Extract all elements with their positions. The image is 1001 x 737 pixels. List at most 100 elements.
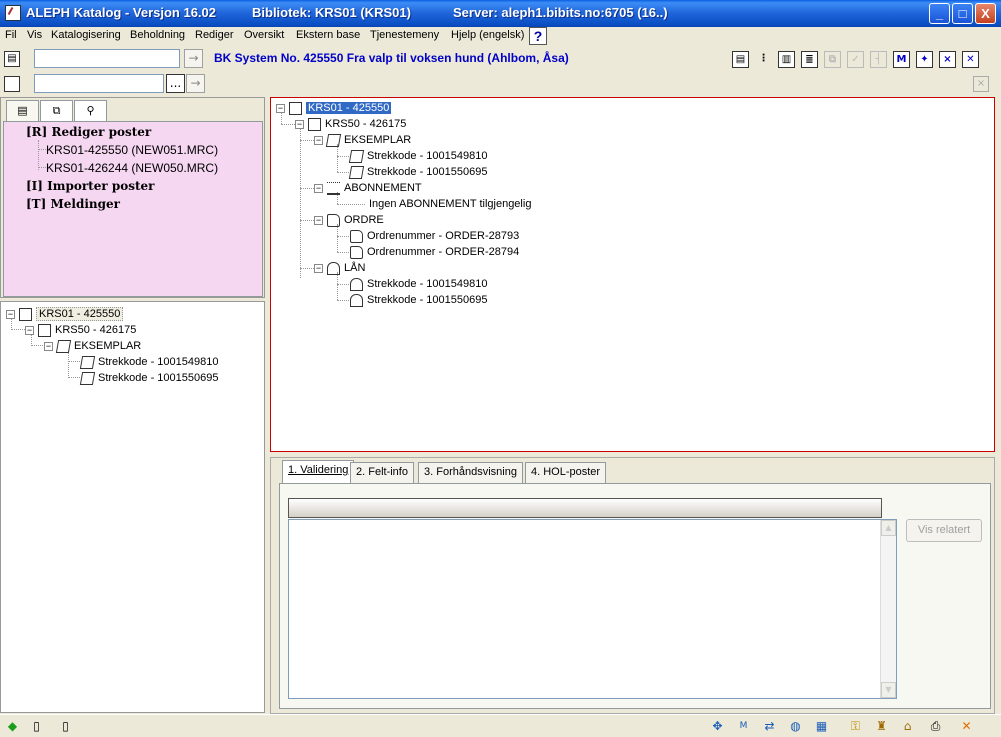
go-arrow-button-2[interactable]: →	[186, 74, 205, 93]
m-icon[interactable]: M	[893, 51, 910, 68]
delete-icon[interactable]: ×	[939, 51, 956, 68]
record-view-icon[interactable]: ▤	[732, 51, 749, 68]
task-rediger-poster[interactable]: [R] Rediger poster	[26, 125, 151, 139]
tree-node-order[interactable]: Ordrenummer - ORDER-28793	[350, 229, 519, 243]
tab-search[interactable]: ⚲	[74, 100, 107, 122]
tree-node-eksemplar[interactable]: − EKSEMPLAR	[44, 339, 141, 353]
check-icon[interactable]: ✓	[847, 51, 864, 68]
menu-hjelp[interactable]: Hjelp (engelsk)	[451, 29, 524, 41]
tree-node-root[interactable]: − KRS01 - 425550	[276, 101, 392, 115]
tree-node-root[interactable]: − KRS01 - 425550	[6, 307, 124, 321]
collapse-icon[interactable]: −	[314, 183, 323, 193]
tree-node-item[interactable]: Strekkode - 1001550695	[348, 165, 487, 179]
collapse-icon[interactable]: −	[295, 119, 304, 129]
record-icon[interactable]: ▯	[28, 718, 45, 735]
collapse-icon[interactable]: −	[6, 309, 15, 319]
collapse-icon[interactable]: −	[314, 135, 323, 145]
subscription-icon	[327, 181, 340, 195]
tab-validering[interactable]: 1. Validering	[282, 460, 355, 484]
search-input-2[interactable]	[34, 74, 164, 93]
collapse-icon[interactable]: −	[25, 325, 34, 335]
collapse-icon[interactable]: −	[314, 215, 323, 225]
menu-ekstern-base[interactable]: Ekstern base	[296, 29, 360, 41]
copy-record-icon[interactable]	[4, 76, 20, 92]
tree-node-loan[interactable]: Strekkode - 1001550695	[350, 293, 487, 307]
more-button[interactable]: ...	[166, 74, 185, 93]
split-icon[interactable]: ┤	[870, 51, 887, 68]
title-bar: ALEPH Katalog - Versjon 16.02 Bibliotek:…	[0, 0, 1001, 27]
tree-node-item[interactable]: Strekkode - 1001549810	[348, 149, 487, 163]
minimize-button[interactable]: _	[929, 3, 950, 24]
key-icon[interactable]: ⚿	[847, 718, 864, 735]
calculator-icon[interactable]: ▦	[813, 718, 830, 735]
tower-icon[interactable]: ♜	[873, 718, 890, 735]
nav-icon[interactable]: ✥	[709, 718, 726, 735]
tab-forhandsvisning[interactable]: 3. Forhåndsvisning	[418, 462, 523, 483]
list-icon[interactable]: ≣	[801, 51, 818, 68]
item-icon	[348, 165, 365, 179]
tab-hol-poster[interactable]: 4. HOL-poster	[525, 462, 607, 483]
app-title: ALEPH Katalog - Versjon 16.02	[26, 5, 217, 20]
arrows-icon[interactable]: ⇄	[761, 718, 778, 735]
marc-icon[interactable]: M	[735, 718, 752, 735]
task-meldinger[interactable]: [T] Meldinger	[26, 197, 120, 211]
printer-icon[interactable]: ⎙	[927, 718, 944, 735]
globe-icon[interactable]: ◍	[787, 718, 804, 735]
task-importer-poster[interactable]: [I] Importer poster	[26, 179, 155, 193]
star-icon[interactable]: ✦	[916, 51, 933, 68]
tree-node-eksemplar[interactable]: − EKSEMPLAR	[314, 133, 411, 147]
collapse-icon[interactable]: −	[314, 263, 323, 273]
tab-copies[interactable]: ⧉	[40, 100, 73, 122]
collapse-icon[interactable]: −	[44, 341, 53, 351]
copy-icon[interactable]: ▯	[57, 718, 74, 735]
scroll-up-icon[interactable]: ▲	[881, 520, 896, 536]
record-icon	[289, 101, 302, 115]
tab-felt-info[interactable]: 2. Felt-info	[350, 462, 414, 483]
tree-node-loan[interactable]: Strekkode - 1001549810	[350, 277, 487, 291]
validering-content: ▲ ▼ Vis relatert	[279, 483, 991, 709]
task-record-2[interactable]: KRS01-426244 (NEW050.MRC)	[46, 161, 218, 175]
tree-node-abonnement[interactable]: − ABONNEMENT	[314, 181, 422, 195]
validation-header-bar	[288, 498, 882, 518]
tab-records[interactable]: ▤	[6, 100, 39, 122]
help-button[interactable]: ?	[529, 27, 547, 45]
menu-beholdning[interactable]: Beholdning	[130, 29, 185, 41]
menu-fil[interactable]: Fil	[5, 29, 17, 41]
tree-node-order[interactable]: Ordrenummer - ORDER-28794	[350, 245, 519, 259]
house-icon[interactable]: ⌂	[899, 718, 916, 735]
maximize-button[interactable]: □	[952, 3, 973, 24]
vertical-scrollbar[interactable]: ▲ ▼	[880, 520, 896, 698]
menu-rediger[interactable]: Rediger	[195, 29, 234, 41]
item-icon	[325, 133, 342, 147]
tree-node-adm[interactable]: − KRS50 - 426175	[295, 117, 406, 131]
validation-messages[interactable]: ▲ ▼	[288, 519, 897, 699]
collapse-icon[interactable]: −	[276, 103, 285, 113]
tree-node-item[interactable]: Strekkode - 1001549810	[79, 355, 218, 369]
close-panel-icon[interactable]: ×	[973, 76, 989, 92]
close-button[interactable]: X	[975, 3, 996, 24]
task-record-1[interactable]: KRS01-425550 (NEW051.MRC)	[46, 143, 218, 157]
book-icon[interactable]: ▥	[778, 51, 795, 68]
exit-icon[interactable]: ✕	[958, 718, 975, 735]
tree-node-no-subscription: Ingen ABONNEMENT tilgjengelig	[369, 198, 532, 210]
order-icon	[350, 245, 363, 259]
record-icon[interactable]: ▤	[4, 51, 20, 67]
search-input-1[interactable]	[34, 49, 180, 68]
vis-relatert-button[interactable]: Vis relatert	[906, 519, 982, 542]
tree-node-ordre[interactable]: − ORDRE	[314, 213, 384, 227]
menu-katalogisering[interactable]: Katalogisering	[51, 29, 121, 41]
tree-node-adm[interactable]: − KRS50 - 426175	[25, 323, 136, 337]
left-record-tree: − KRS01 - 425550 − KRS50 - 426175 − EKSEMPL…	[0, 301, 265, 713]
tree-node-lan[interactable]: − LÅN	[314, 261, 365, 275]
green-diamond-icon[interactable]: ◆	[4, 718, 21, 735]
copy-icon[interactable]: ⧉	[824, 51, 841, 68]
server-label: Server: aleph1.bibits.no:6705 (16..)	[453, 5, 668, 20]
tree-node-item[interactable]: Strekkode - 1001550695	[79, 371, 218, 385]
export-icon[interactable]: ✕	[962, 51, 979, 68]
go-arrow-button-1[interactable]: →	[184, 49, 203, 68]
menu-vis[interactable]: Vis	[27, 29, 42, 41]
tree-icon[interactable]: ⋮	[755, 51, 772, 68]
menu-oversikt[interactable]: Oversikt	[244, 29, 284, 41]
menu-tjenestemeny[interactable]: Tjenestemeny	[370, 29, 439, 41]
scroll-down-icon[interactable]: ▼	[881, 682, 896, 698]
